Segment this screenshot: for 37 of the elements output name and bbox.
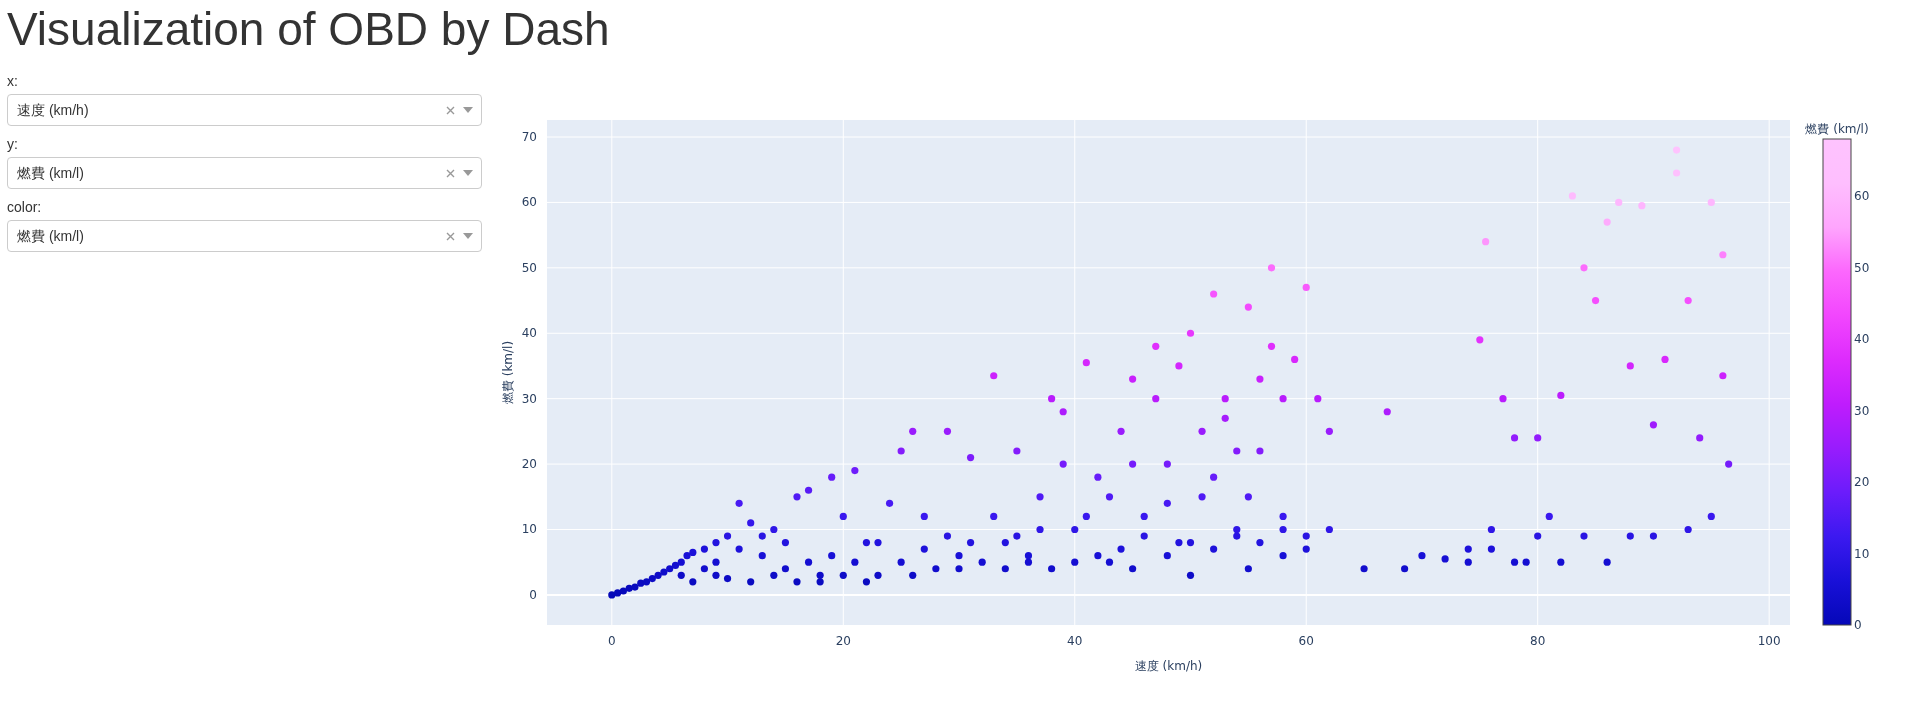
caret-icon[interactable] xyxy=(463,170,473,177)
dropdown[interactable]: 燃費 (km/l) xyxy=(7,220,482,253)
colorbar-title: 燃費 (km/l) xyxy=(1805,122,1869,137)
dropdown-label: x: xyxy=(7,72,18,92)
x-axis-title: 速度 (km/h) xyxy=(1134,659,1203,674)
y-axis-title: 燃費 (km/l) xyxy=(501,341,515,405)
colorbar-tick-label: 10 xyxy=(1854,546,1870,561)
page-title: Visualization of OBD by Dash xyxy=(6,2,611,57)
axis-tick-label: 30 xyxy=(521,391,537,406)
clear-icon[interactable] xyxy=(446,105,455,115)
axis-tick-label: 0 xyxy=(529,588,537,603)
clear-icon[interactable] xyxy=(446,168,455,178)
colorbar-tick-label: 30 xyxy=(1854,403,1870,418)
dropdown[interactable]: 速度 (km/h) xyxy=(7,94,482,127)
axis-tick-label: 100 xyxy=(1757,634,1781,649)
dropdown-label: color: xyxy=(7,198,42,218)
axis-tick-label: 20 xyxy=(835,634,851,649)
caret-icon[interactable] xyxy=(463,107,473,114)
dropdown[interactable]: 燃費 (km/l) xyxy=(7,157,482,190)
colorbar-tick-label: 60 xyxy=(1854,189,1870,204)
axis-tick-label: 80 xyxy=(1530,634,1546,649)
colorbar-tick-label: 50 xyxy=(1854,260,1870,275)
dropdown-label: y: xyxy=(7,135,18,155)
clear-icon[interactable] xyxy=(446,231,455,241)
axis-tick-label: 60 xyxy=(1298,634,1314,649)
axis-tick-label: 60 xyxy=(521,195,537,210)
axis-tick-label: 10 xyxy=(521,522,537,537)
colorbar-tick-label: 40 xyxy=(1854,332,1870,347)
colorbar-tick-label: 0 xyxy=(1854,618,1862,633)
axis-tick-label: 70 xyxy=(521,130,537,145)
axis-tick-label: 40 xyxy=(521,326,537,341)
axis-tick-label: 0 xyxy=(608,634,616,649)
caret-icon[interactable] xyxy=(463,233,473,240)
axis-tick-label: 50 xyxy=(521,261,537,275)
axis-tick-label: 40 xyxy=(1067,634,1083,649)
colorbar-tick-label: 20 xyxy=(1854,475,1870,490)
axis-tick-label: 20 xyxy=(521,457,537,472)
